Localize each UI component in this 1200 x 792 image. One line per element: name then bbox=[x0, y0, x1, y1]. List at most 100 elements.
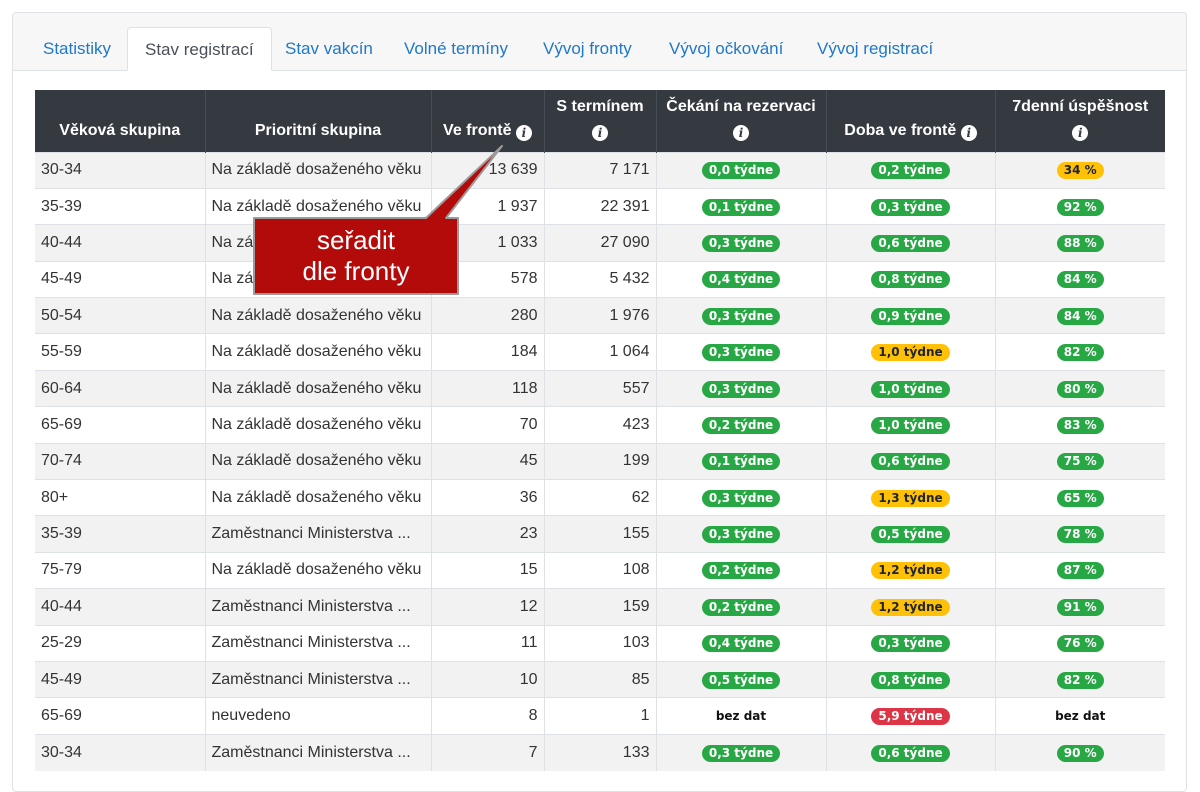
wait-badge: 0,3 týdne bbox=[701, 489, 781, 507]
cell-priority: Na základě dosaženého věku bbox=[205, 333, 432, 371]
cell-wait: 0,2 týdne bbox=[656, 588, 827, 626]
table-row: 45-49 Zaměstnanci Ministerstva ... 10 85 0,5… bbox=[35, 660, 1165, 698]
cell-queue: 12 bbox=[431, 588, 545, 626]
cell-age: 75-79 bbox=[35, 551, 206, 589]
cell-duration: 1,0 týdne bbox=[826, 406, 996, 444]
success-badge: 65 % bbox=[1056, 489, 1104, 507]
table-row: 35-39 Na základě dosaženého věku 1 937 22 3… bbox=[35, 187, 1165, 225]
duration-badge: 1,0 týdne bbox=[871, 416, 950, 434]
wait-badge: 0,3 týdne bbox=[701, 744, 781, 762]
cell-success: 82 % bbox=[995, 333, 1165, 371]
duration-badge: 0,6 týdne bbox=[871, 453, 950, 471]
wait-badge: 0,0 týdne bbox=[701, 162, 781, 180]
wait-badge: 0,2 týdne bbox=[701, 416, 781, 434]
content-card: Statistiky Stav registrací Stav vakcín V… bbox=[12, 12, 1187, 792]
cell-wait: 0,3 týdne bbox=[656, 297, 827, 334]
wait-badge: bez dat bbox=[715, 709, 767, 724]
cell-age: 60-64 bbox=[35, 369, 206, 407]
col-header-booked[interactable]: S termínem i bbox=[544, 90, 657, 152]
cell-priority: Na základě dosaženého věku bbox=[205, 297, 432, 334]
success-badge: 75 % bbox=[1056, 453, 1104, 471]
cell-duration: 0,6 týdne bbox=[826, 224, 996, 262]
tab-volne-terminy[interactable]: Volné termíny bbox=[387, 27, 525, 70]
success-badge: 83 % bbox=[1056, 416, 1104, 434]
col-header-age[interactable]: Věková skupina bbox=[35, 90, 206, 152]
tab-stav-registraci[interactable]: Stav registrací bbox=[127, 27, 272, 71]
cell-booked: 423 bbox=[544, 406, 657, 444]
info-icon[interactable]: i bbox=[592, 124, 608, 141]
tab-vyvoj-ockovani[interactable]: Vývoj očkování bbox=[652, 27, 800, 70]
tab-vyvoj-fronty[interactable]: Vývoj fronty bbox=[526, 27, 649, 70]
cell-success: 87 % bbox=[995, 551, 1165, 589]
cell-success: 34 % bbox=[995, 151, 1165, 189]
info-icon[interactable]: i bbox=[733, 124, 749, 141]
table-row: 40-44 Na základě dosaženého věku 1 033 27 0… bbox=[35, 224, 1165, 262]
cell-booked: 1 064 bbox=[544, 333, 657, 371]
col-header-duration[interactable]: Doba ve frontě i bbox=[826, 90, 996, 152]
duration-badge: 1,2 týdne bbox=[871, 562, 950, 580]
cell-queue: 280 bbox=[431, 297, 545, 334]
info-icon[interactable]: i bbox=[1072, 124, 1089, 141]
cell-booked: 7 171 bbox=[544, 151, 657, 189]
table-row: 65-69 neuvedeno 8 1 bez dat 5,9 týdne bez dat bbox=[35, 697, 1165, 735]
cell-wait: 0,4 týdne bbox=[656, 624, 827, 662]
duration-badge: 0,2 týdne bbox=[871, 162, 950, 180]
success-badge: 80 % bbox=[1056, 380, 1104, 398]
success-badge: 91 % bbox=[1056, 598, 1104, 616]
cell-booked: 159 bbox=[544, 588, 657, 626]
wait-badge: 0,4 týdne bbox=[701, 635, 781, 653]
cell-priority: Na základě dosaženého věku bbox=[205, 551, 432, 589]
table-row: 45-49 Na základě dosaženého věku 578 5 432 0… bbox=[35, 260, 1165, 298]
table-row: 30-34 Zaměstnanci Ministerstva ... 7 133 0,3… bbox=[35, 733, 1165, 771]
cell-duration: 1,2 týdne bbox=[826, 588, 996, 626]
cell-booked: 27 090 bbox=[544, 224, 657, 262]
cell-age: 45-49 bbox=[35, 660, 206, 698]
cell-booked: 1 976 bbox=[544, 297, 657, 334]
registration-table: Věková skupina Prioritní skupina Ve fron… bbox=[35, 90, 1165, 771]
cell-queue: 23 bbox=[431, 515, 545, 553]
cell-priority: Na základě dosaženého věku bbox=[205, 442, 432, 480]
table-row: 30-34 Na základě dosaženého věku 13 639 7 1… bbox=[35, 151, 1165, 189]
cell-priority: Na základě dosaženého věku bbox=[205, 479, 432, 516]
tab-stav-vakcin[interactable]: Stav vakcín bbox=[268, 27, 390, 70]
tab-statistiky[interactable]: Statistiky bbox=[26, 27, 128, 70]
duration-badge: 0,5 týdne bbox=[871, 526, 950, 544]
cell-priority: Na základě dosaženého věku bbox=[205, 369, 432, 407]
cell-wait: 0,0 týdne bbox=[656, 151, 827, 189]
col-header-success[interactable]: 7denní úspěšnost i bbox=[995, 90, 1165, 152]
cell-wait: 0,5 týdne bbox=[656, 660, 827, 698]
success-badge: 84 % bbox=[1056, 271, 1104, 289]
table-row: 70-74 Na základě dosaženého věku 45 199 0,1 … bbox=[35, 442, 1165, 480]
col-header-priority[interactable]: Prioritní skupina bbox=[205, 90, 432, 152]
cell-wait: 0,1 týdne bbox=[656, 187, 827, 225]
wait-badge: 0,5 týdne bbox=[701, 671, 781, 689]
cell-booked: 557 bbox=[544, 369, 657, 407]
tab-vyvoj-registraci[interactable]: Vývoj registrací bbox=[800, 27, 950, 70]
cell-success: 65 % bbox=[995, 479, 1165, 516]
duration-badge: 0,6 týdne bbox=[871, 744, 950, 762]
cell-queue: 36 bbox=[431, 479, 545, 516]
success-badge: 82 % bbox=[1056, 344, 1104, 362]
cell-priority: Zaměstnanci Ministerstva ... bbox=[205, 588, 432, 626]
cell-age: 40-44 bbox=[35, 588, 206, 626]
info-icon[interactable]: i bbox=[960, 124, 977, 141]
cell-age: 30-34 bbox=[35, 151, 206, 189]
cell-priority: Zaměstnanci Ministerstva ... bbox=[205, 733, 432, 771]
cell-wait: bez dat bbox=[656, 697, 827, 735]
cell-booked: 108 bbox=[544, 551, 657, 589]
info-icon[interactable]: i bbox=[515, 124, 532, 141]
col-header-wait[interactable]: Čekání na rezervaci i bbox=[656, 90, 827, 152]
success-badge: 76 % bbox=[1056, 635, 1104, 653]
cell-age: 45-49 bbox=[35, 260, 206, 298]
table-row: 35-39 Zaměstnanci Ministerstva ... 23 155 0,… bbox=[35, 515, 1165, 553]
duration-badge: 0,8 týdne bbox=[871, 671, 950, 689]
duration-badge: 1,0 týdne bbox=[871, 380, 950, 398]
col-header-queue[interactable]: Ve frontě i bbox=[431, 90, 545, 152]
cell-queue: 70 bbox=[431, 406, 545, 444]
cell-success: bez dat bbox=[995, 697, 1165, 735]
wait-badge: 0,2 týdne bbox=[701, 562, 781, 580]
cell-booked: 133 bbox=[544, 733, 657, 771]
cell-wait: 0,2 týdne bbox=[656, 406, 827, 444]
cell-wait: 0,3 týdne bbox=[656, 515, 827, 553]
success-badge: 78 % bbox=[1056, 526, 1104, 544]
